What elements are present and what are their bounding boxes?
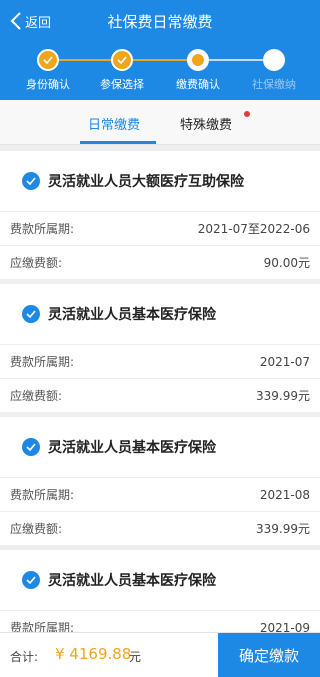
item-title: 灵活就业人员大额医疗互助保险 — [48, 174, 244, 190]
checkbox-checked-icon[interactable] — [22, 571, 40, 589]
period-label: 费款所属期: — [10, 355, 75, 369]
amount-value: 90.00元 — [263, 256, 310, 270]
checkbox-checked-icon[interactable] — [22, 305, 40, 323]
step-1-check-icon — [37, 49, 59, 71]
step-2-check-icon — [111, 49, 133, 71]
page-title: 社保费日常缴费 — [107, 13, 213, 31]
active-tab-indicator — [80, 141, 156, 144]
period-label: 费款所属期: — [10, 488, 75, 502]
checkbox-checked-icon[interactable] — [22, 438, 40, 456]
step-1-label: 身份确认 — [26, 78, 70, 91]
amount-label: 应缴费额: — [10, 256, 63, 270]
payment-item: 灵活就业人员基本医疗保险 费款所属期: 2021-09 — [0, 550, 320, 644]
payment-item: 灵活就业人员大额医疗互助保险 费款所属期: 2021-07至2022-06 应缴… — [0, 151, 320, 279]
total-amount: ¥ 4169.88 — [55, 645, 132, 663]
step-4-pending-icon — [263, 49, 285, 71]
period-value: 2021-07至2022-06 — [197, 222, 310, 236]
step-2-label: 参保选择 — [100, 78, 144, 91]
period-value: 2021-07 — [259, 354, 310, 369]
total-label: 合计: — [10, 650, 39, 664]
checkbox-checked-icon[interactable] — [22, 172, 40, 190]
checkout-bar: 合计: ¥ 4169.88 元 确定缴款 — [0, 632, 320, 677]
app-header: 返回 社保费日常缴费 身份确认 参保选择 缴费确认 社保缴纳 — [0, 0, 320, 100]
item-title: 灵活就业人员基本医疗保险 — [48, 440, 216, 456]
notification-dot — [244, 111, 250, 117]
amount-value: 339.99元 — [256, 522, 310, 536]
payment-item: 灵活就业人员基本医疗保险 费款所属期: 2021-08 应缴费额: 339.99… — [0, 417, 320, 545]
period-value: 2021-08 — [259, 487, 310, 502]
progress-steps: 身份确认 参保选择 缴费确认 社保缴纳 — [0, 47, 320, 97]
step-3-label: 缴费确认 — [176, 78, 220, 91]
step-4-label: 社保缴纳 — [252, 78, 296, 91]
total-unit: 元 — [129, 650, 142, 664]
amount-value: 339.99元 — [256, 389, 310, 403]
payment-item: 灵活就业人员基本医疗保险 费款所属期: 2021-07 应缴费额: 339.99… — [0, 284, 320, 412]
confirm-payment-button[interactable]: 确定缴款 — [218, 633, 320, 677]
item-title: 灵活就业人员基本医疗保险 — [48, 573, 216, 589]
tab-daily-payment[interactable]: 日常缴费 — [88, 114, 140, 133]
item-title: 灵活就业人员基本医疗保险 — [48, 307, 216, 323]
period-label: 费款所属期: — [10, 222, 75, 236]
step-3-current-icon — [187, 49, 209, 71]
amount-label: 应缴费额: — [10, 522, 63, 536]
tab-bar: 日常缴费 特殊缴费 — [0, 100, 320, 145]
tab-special-payment[interactable]: 特殊缴费 — [180, 114, 232, 133]
amount-label: 应缴费额: — [10, 389, 63, 403]
